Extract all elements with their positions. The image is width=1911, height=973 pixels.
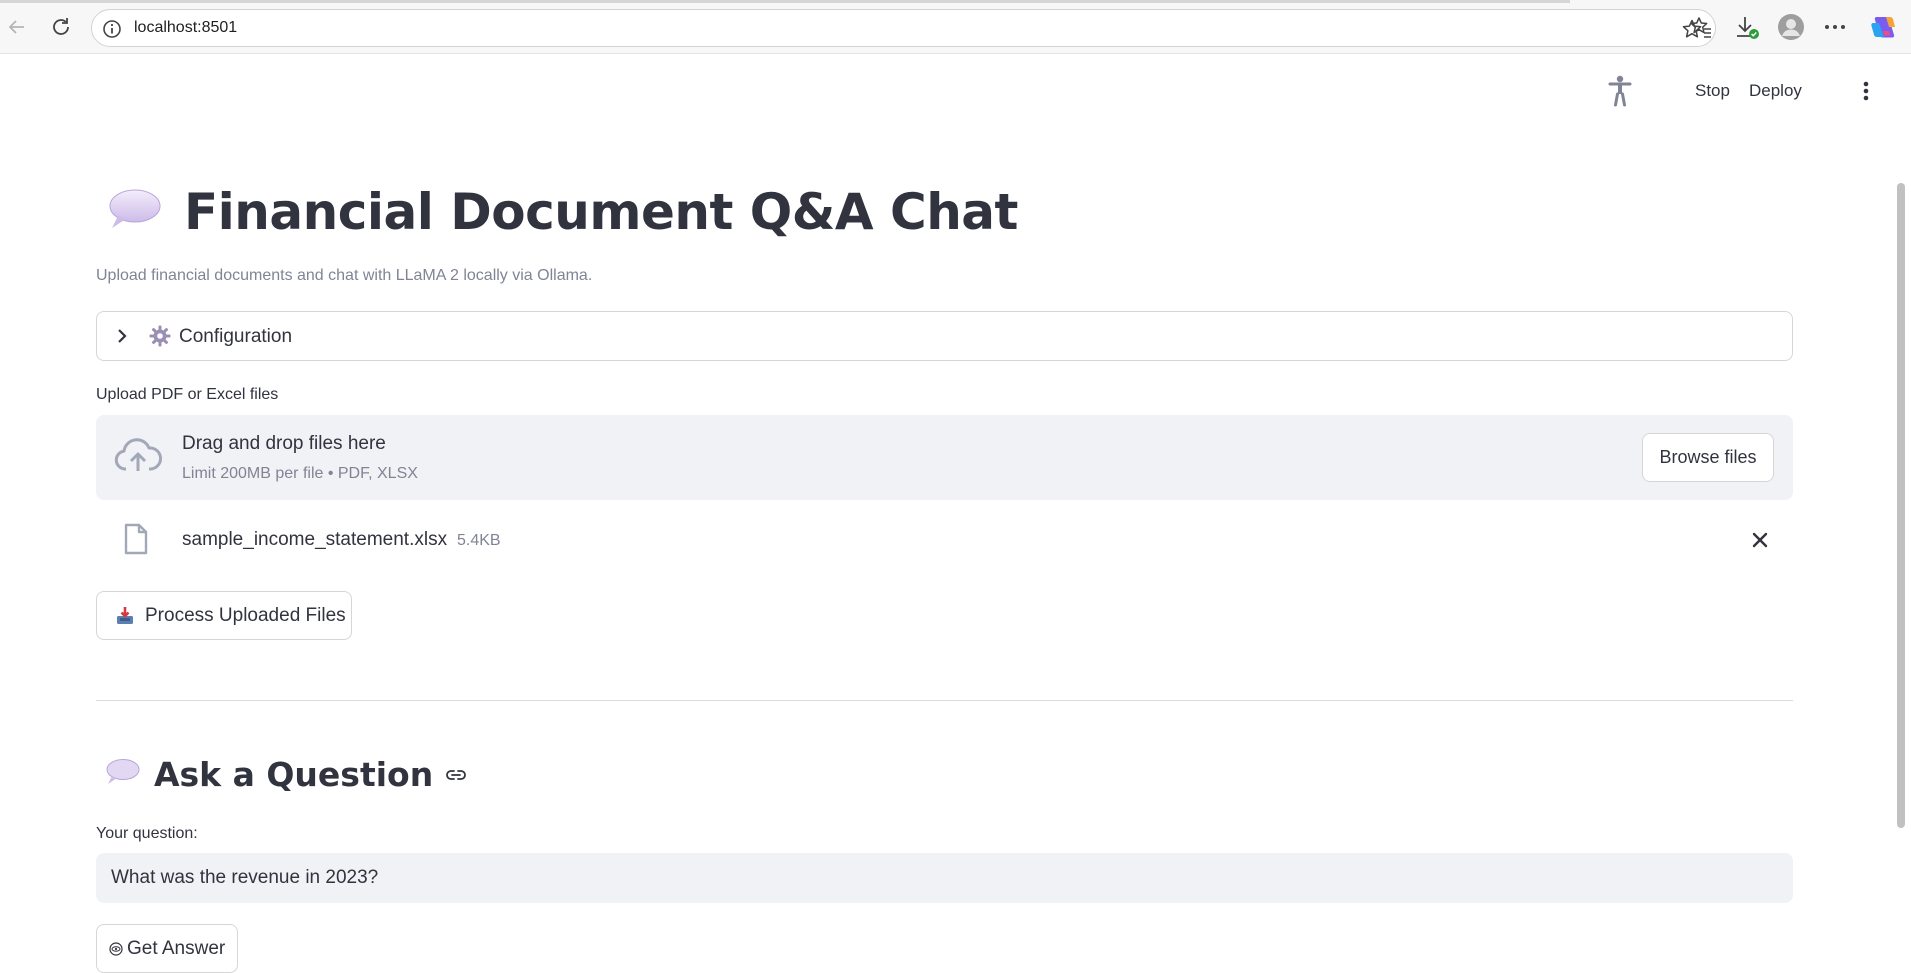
app-header: Stop Deploy — [1591, 55, 1911, 127]
ask-question-heading: Ask a Question — [104, 755, 467, 794]
info-icon[interactable] — [102, 19, 122, 44]
gear-icon — [149, 325, 171, 352]
app-container: Stop Deploy Financial Document Q&A Chat … — [0, 55, 1911, 973]
title-text: Financial Document Q&A Chat — [184, 183, 1018, 241]
configuration-expander[interactable]: Configuration — [96, 311, 1793, 361]
back-button[interactable] — [2, 12, 32, 42]
expander-label: Configuration — [179, 326, 293, 347]
subtitle-caption: Upload financial documents and chat with… — [96, 267, 593, 284]
question-label: Your question: — [96, 825, 198, 842]
speech-balloon-icon — [106, 186, 162, 239]
back-icon — [8, 20, 24, 34]
file-dropzone[interactable]: Drag and drop files here Limit 200MB per… — [96, 415, 1793, 500]
file-name: sample_income_statement.xlsx — [182, 529, 448, 550]
file-icon — [124, 523, 148, 560]
link-icon[interactable] — [445, 768, 467, 787]
loading-bar — [0, 0, 1570, 3]
main-menu-icon[interactable] — [1863, 81, 1869, 106]
chevron-right-icon — [115, 327, 129, 350]
upload-label: Upload PDF or Excel files — [96, 386, 279, 403]
inbox-tray-icon — [115, 606, 135, 626]
uploaded-file-item: sample_income_statement.xlsx 5.4KB — [96, 517, 1793, 567]
copilot-icon[interactable] — [1868, 12, 1898, 42]
speech-balloon-icon — [104, 757, 140, 792]
downloads-icon[interactable] — [1732, 12, 1762, 42]
url-text[interactable]: localhost:8501 — [134, 19, 237, 37]
deploy-button[interactable]: Deploy — [1749, 81, 1802, 101]
page-title: Financial Document Q&A Chat — [106, 183, 1018, 241]
get-answer-button[interactable]: Get Answer — [96, 924, 238, 973]
process-button-label: Process Uploaded Files — [145, 604, 346, 626]
scrollbar-thumb[interactable] — [1897, 183, 1905, 828]
browser-toolbar: localhost:8501 — [0, 0, 1911, 54]
browse-files-button[interactable]: Browse files — [1642, 433, 1774, 482]
question-input[interactable] — [96, 853, 1793, 903]
dropzone-limit: Limit 200MB per file • PDF, XLSX — [182, 465, 418, 482]
eye-in-speech-icon — [109, 941, 123, 956]
ask-question-text: Ask a Question — [154, 755, 434, 794]
stop-button[interactable]: Stop — [1695, 81, 1730, 101]
close-icon[interactable] — [1749, 529, 1771, 556]
reload-icon — [53, 18, 69, 35]
file-size: 5.4KB — [457, 532, 501, 549]
cloud-upload-icon — [114, 437, 163, 482]
dropzone-title: Drag and drop files here — [182, 433, 386, 454]
process-files-button[interactable]: Process Uploaded Files — [96, 591, 352, 640]
address-bar[interactable]: localhost:8501 — [91, 9, 1716, 47]
more-icon[interactable] — [1820, 12, 1850, 42]
favorites-icon[interactable] — [1686, 12, 1716, 42]
section-divider — [96, 700, 1793, 701]
running-man-icon — [1605, 75, 1635, 112]
get-answer-label: Get Answer — [127, 937, 226, 959]
reload-button[interactable] — [46, 12, 76, 42]
profile-icon[interactable] — [1776, 12, 1806, 42]
